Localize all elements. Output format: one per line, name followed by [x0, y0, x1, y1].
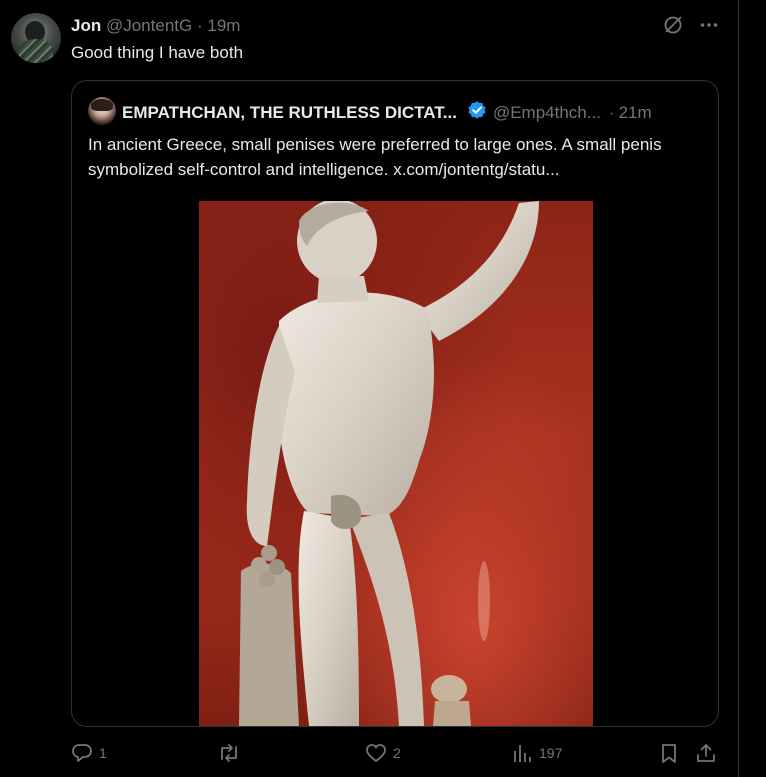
bookmark-icon: [662, 744, 676, 763]
quoted-author-avatar[interactable]: [88, 97, 116, 125]
author-name[interactable]: Jon: [71, 16, 101, 35]
post-header: Jon @JontentG · 19m: [71, 16, 240, 36]
post-time[interactable]: 19m: [207, 16, 240, 35]
post-actions: 1 2 197: [71, 742, 717, 768]
column-divider: [738, 0, 739, 777]
views-button[interactable]: 197: [511, 742, 562, 764]
quoted-post-text: In ancient Greece, small penises were pr…: [88, 135, 662, 179]
post-text: Good thing I have both: [71, 43, 244, 62]
share-button[interactable]: [695, 742, 717, 764]
author-avatar[interactable]: [11, 13, 61, 63]
quoted-post[interactable]: EMPATHCHAN, THE RUTHLESS DICTAT... @Emp4…: [71, 80, 719, 727]
share-icon: [697, 744, 715, 762]
reply-button[interactable]: 1: [71, 742, 107, 764]
quoted-author-name[interactable]: EMPATHCHAN, THE RUTHLESS DICTAT...: [122, 102, 457, 124]
like-button[interactable]: 2: [365, 742, 401, 764]
quoted-post-time[interactable]: 21m: [619, 102, 652, 124]
repost-button[interactable]: [217, 742, 247, 764]
reply-count: 1: [99, 745, 107, 761]
repost-icon: [221, 744, 237, 762]
heart-icon: [366, 744, 386, 762]
post-top-icons: [662, 14, 720, 36]
header-separator: ·: [196, 16, 203, 35]
grok-icon[interactable]: [662, 14, 684, 36]
like-count: 2: [393, 745, 401, 761]
quoted-header-separator: ·: [608, 103, 615, 122]
verified-badge-icon: [467, 100, 487, 126]
views-icon: [514, 745, 531, 762]
quoted-post-header: EMPATHCHAN, THE RUTHLESS DICTAT... @Emp4…: [122, 100, 652, 126]
reply-icon: [72, 744, 92, 762]
author-handle[interactable]: @JontentG: [106, 16, 192, 35]
quoted-post-image[interactable]: [199, 201, 593, 726]
view-count: 197: [539, 745, 563, 761]
more-icon[interactable]: [698, 14, 720, 36]
quoted-author-handle[interactable]: @Emp4thch...: [493, 102, 601, 124]
bookmark-button[interactable]: [659, 742, 679, 764]
